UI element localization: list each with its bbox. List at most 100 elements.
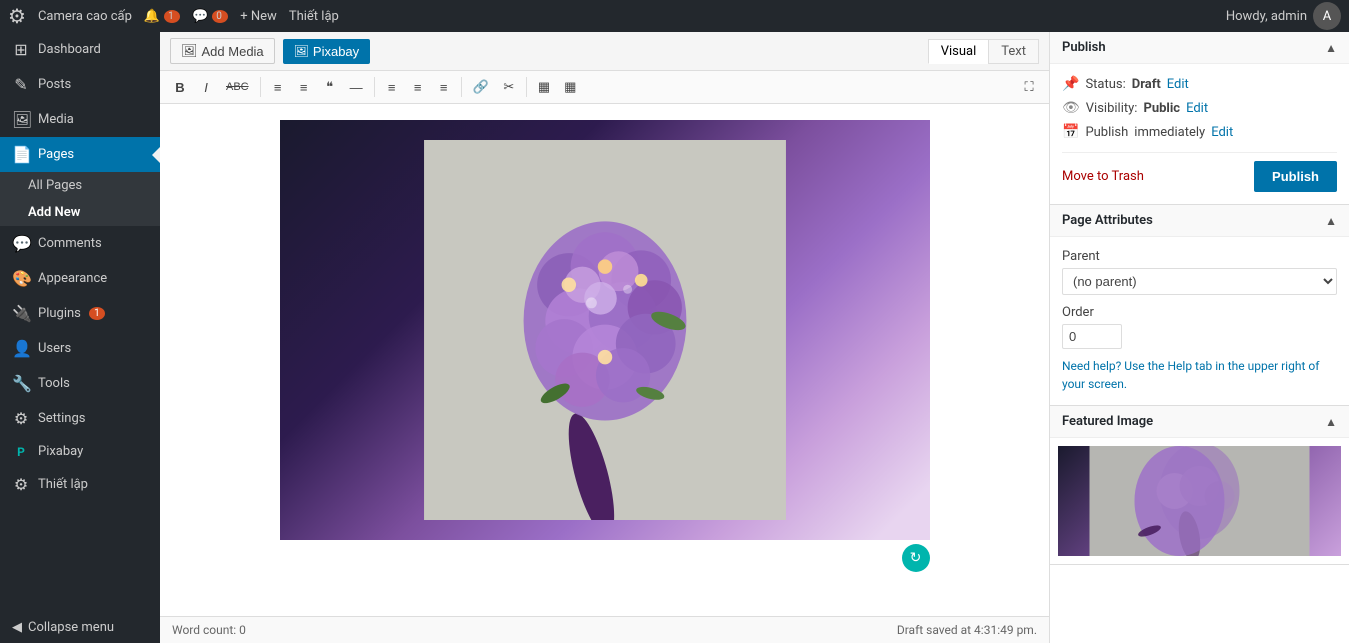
tools-icon: 🔧 (12, 374, 30, 393)
featured-image-body (1050, 438, 1349, 564)
sidebar-item-users[interactable]: 👤 Users (0, 331, 160, 366)
featured-image-title: Featured Image (1062, 414, 1153, 429)
pages-icon: 📄 (12, 145, 30, 164)
featured-image-thumbnail[interactable] (1058, 446, 1341, 556)
toolbar-strikethrough[interactable]: ABC (220, 75, 255, 99)
sidebar-item-tools[interactable]: 🔧 Tools (0, 366, 160, 401)
toolbar-sep1 (260, 77, 261, 97)
sidebar-item-thietlap[interactable]: ⚙ Thiết lập (0, 467, 160, 502)
publish-button[interactable]: Publish (1254, 161, 1337, 192)
toolbar-table2[interactable]: ▦ (558, 75, 582, 99)
editor-image (280, 120, 930, 540)
toolbar-unordered-list[interactable]: ≡ (266, 75, 290, 99)
sidebar-label-tools: Tools (38, 376, 70, 391)
publish-time-edit-link[interactable]: Edit (1211, 125, 1233, 140)
toolbar-link[interactable]: 🔗 (467, 75, 495, 99)
dashboard-icon: ⊞ (12, 40, 30, 59)
media-icon: 🖼 (12, 110, 30, 129)
toolbar-align-right[interactable]: ≡ (432, 75, 456, 99)
visibility-row: 👁 Visibility: Public Edit (1062, 100, 1337, 116)
sidebar-item-plugins[interactable]: 🔌 Plugins 1 (0, 296, 160, 331)
toolbar-table[interactable]: ▦ (532, 75, 556, 99)
refresh-icon[interactable]: ↻ (902, 544, 930, 572)
sidebar: ⊞ Dashboard ✎ Posts 🖼 Media 📄 Pages All … (0, 32, 160, 643)
site-name-link[interactable]: Camera cao cấp (38, 9, 132, 24)
editor-toolbar: B I ABC ≡ ≡ ❝ — ≡ ≡ ≡ 🔗 ✂ ▦ ▦ ⛶ (160, 71, 1049, 104)
comments-link[interactable]: 💬 0 (192, 9, 228, 24)
draft-saved: Draft saved at 4:31:49 pm. (897, 623, 1037, 637)
page-attributes-section: Page Attributes ▲ Parent (no parent) Hom… (1050, 205, 1349, 406)
posts-icon: ✎ (12, 75, 30, 94)
toolbar-align-center[interactable]: ≡ (406, 75, 430, 99)
sidebar-item-pixabay[interactable]: P Pixabay (0, 436, 160, 467)
sidebar-item-comments[interactable]: 💬 Comments (0, 226, 160, 261)
users-icon: 👤 (12, 339, 30, 358)
new-content-link[interactable]: + New (240, 9, 277, 24)
sidebar-item-posts[interactable]: ✎ Posts (0, 67, 160, 102)
toolbar-unlink[interactable]: ✂ (497, 75, 521, 99)
comment-icon: 💬 (192, 9, 208, 24)
collapse-label: Collapse menu (28, 620, 114, 635)
sidebar-item-media[interactable]: 🖼 Media (0, 102, 160, 137)
order-input[interactable] (1062, 324, 1122, 349)
sidebar-label-pixabay: Pixabay (38, 444, 83, 459)
howdy-link[interactable]: Howdy, admin (1226, 9, 1307, 24)
add-media-button[interactable]: 🖼 Add Media (170, 38, 275, 64)
page-attributes-body: Parent (no parent) Home About Order Need… (1050, 237, 1349, 405)
flower-svg (415, 140, 795, 520)
status-edit-link[interactable]: Edit (1167, 77, 1189, 92)
editor-wrapper: 🖼 Add Media 🖼 Pixabay Visual Text B I AB… (160, 32, 1049, 643)
publish-time-row: 📅 Publish immediately Edit (1062, 124, 1337, 140)
appearance-icon: 🎨 (12, 269, 30, 288)
editor-top-bar: 🖼 Add Media 🖼 Pixabay Visual Text (160, 32, 1049, 71)
status-value: Draft (1132, 77, 1161, 92)
sidebar-subitem-add-new[interactable]: Add New (0, 199, 160, 226)
wp-logo-icon[interactable]: ⚙ (8, 4, 26, 28)
avatar[interactable]: A (1313, 2, 1341, 30)
toolbar-sep2 (374, 77, 375, 97)
toolbar-align-left[interactable]: ≡ (380, 75, 404, 99)
plugins-icon: 🔌 (12, 304, 30, 323)
page-attributes-header[interactable]: Page Attributes ▲ (1050, 205, 1349, 237)
collapse-menu-btn[interactable]: ◀ Collapse menu (0, 612, 160, 643)
featured-image-arrow-icon: ▲ (1325, 415, 1337, 429)
top-bar: ⚙ Camera cao cấp 🔔 1 💬 0 + New Thiết lập… (0, 0, 1349, 32)
visibility-edit-link[interactable]: Edit (1186, 101, 1208, 116)
sidebar-label-settings: Settings (38, 411, 85, 426)
settings-link[interactable]: Thiết lập (289, 9, 339, 24)
sidebar-label-pages: Pages (38, 147, 74, 162)
sidebar-item-pages[interactable]: 📄 Pages (0, 137, 160, 172)
sidebar-label-posts: Posts (38, 77, 71, 92)
parent-select[interactable]: (no parent) Home About (1062, 268, 1337, 295)
pixabay-button[interactable]: 🖼 Pixabay (283, 39, 370, 64)
sidebar-item-dashboard[interactable]: ⊞ Dashboard (0, 32, 160, 67)
editor-footer: Word count: 0 Draft saved at 4:31:49 pm. (160, 616, 1049, 643)
sidebar-label-thietlap: Thiết lập (38, 477, 88, 492)
notif1-badge: 1 (164, 10, 180, 23)
toolbar-sep4 (526, 77, 527, 97)
editor-body[interactable]: ↻ (160, 104, 1049, 616)
toolbar-bold[interactable]: B (168, 75, 192, 99)
sidebar-subitem-all-pages[interactable]: All Pages (0, 172, 160, 199)
sidebar-item-appearance[interactable]: 🎨 Appearance (0, 261, 160, 296)
toolbar-fullscreen[interactable]: ⛶ (1017, 75, 1041, 99)
publish-section-header[interactable]: Publish ▲ (1050, 32, 1349, 64)
pixabay-icon: P (12, 445, 30, 459)
notif-icon: 🔔 (144, 9, 160, 24)
toolbar-hr[interactable]: — (344, 75, 369, 99)
tab-text[interactable]: Text (988, 39, 1039, 64)
notifications-link[interactable]: 🔔 1 (144, 9, 180, 24)
sidebar-item-settings[interactable]: ⚙ Settings (0, 401, 160, 436)
toolbar-ordered-list[interactable]: ≡ (292, 75, 316, 99)
visibility-label: Visibility: (1086, 101, 1138, 116)
move-to-trash-link[interactable]: Move to Trash (1062, 169, 1144, 184)
toolbar-italic[interactable]: I (194, 75, 218, 99)
featured-image-header[interactable]: Featured Image ▲ (1050, 406, 1349, 438)
sidebar-label-comments: Comments (38, 236, 102, 251)
publish-immediately-label: Publish (1085, 125, 1128, 140)
toolbar-blockquote[interactable]: ❝ (318, 75, 342, 99)
pages-arrow (152, 147, 160, 163)
add-media-label: Add Media (202, 44, 264, 59)
editor-image-container: ↻ (280, 120, 930, 576)
tab-visual[interactable]: Visual (928, 39, 989, 64)
